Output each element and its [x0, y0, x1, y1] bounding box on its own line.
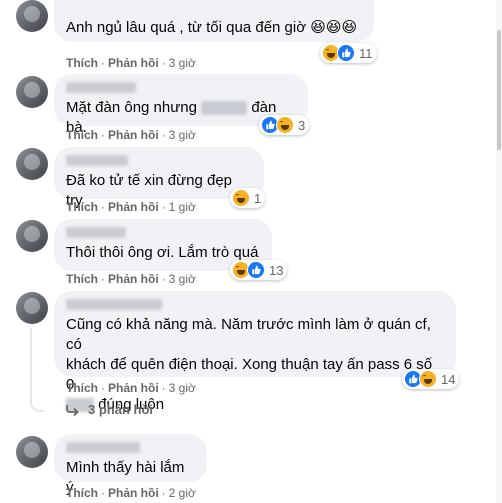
avatar[interactable] — [16, 148, 48, 180]
redacted-text — [201, 101, 248, 116]
like-link[interactable]: Thích — [66, 56, 98, 70]
haha-reaction-icon — [276, 116, 294, 134]
commenter-name[interactable] — [66, 155, 128, 166]
scroll-thumb[interactable] — [497, 30, 501, 150]
comment-actions: Thích · Phản hồi · 3 giờ — [66, 272, 196, 286]
reply-link[interactable]: Phản hồi — [108, 56, 159, 70]
timestamp[interactable]: 1 giờ — [169, 200, 196, 214]
comment-actions: Thích · Phản hồi · 3 giờ — [66, 56, 196, 70]
reaction-count: 3 — [298, 117, 306, 133]
timestamp[interactable]: 3 giờ — [169, 381, 196, 395]
reaction-count: 13 — [269, 262, 284, 278]
comment-text-line: Cũng có khả năng mà. Năm trước mình làm … — [66, 316, 431, 353]
reply-link[interactable]: Phản hồi — [108, 200, 159, 214]
comment-text: Thôi thôi ông ơi. Lắm trò quá — [66, 244, 259, 261]
view-replies-link[interactable]: 3 phản hồi — [66, 402, 153, 417]
comment-actions: Thích · Phản hồi · 3 giờ — [66, 128, 196, 142]
reply-link[interactable]: Phản hồi — [108, 272, 159, 286]
commenter-name[interactable] — [66, 227, 126, 238]
comment-text: Anh ngủ lâu quá , từ tối qua đến giờ 😆😆😆 — [66, 19, 358, 36]
commenter-name[interactable] — [66, 299, 162, 310]
reaction-summary[interactable]: 3 — [259, 115, 310, 135]
comment-bubble: Anh ngủ lâu quá , từ tối qua đến giờ 😆😆😆 — [54, 0, 374, 42]
avatar[interactable] — [16, 76, 48, 108]
timestamp[interactable]: 2 giờ — [169, 486, 196, 500]
like-link[interactable]: Thích — [66, 381, 98, 395]
reaction-summary[interactable]: 13 — [230, 260, 288, 280]
commenter-name[interactable] — [66, 442, 140, 453]
timestamp[interactable]: 3 giờ — [169, 56, 196, 70]
reaction-count: 14 — [441, 371, 456, 387]
comment-bubble: Cũng có khả năng mà. Năm trước mình làm … — [54, 291, 456, 413]
haha-reaction-icon — [232, 189, 250, 207]
timestamp[interactable]: 3 giờ — [169, 272, 196, 286]
reaction-count: 11 — [359, 45, 373, 61]
like-link[interactable]: Thích — [66, 200, 98, 214]
scrollbar[interactable] — [496, 0, 502, 503]
reply-thread-line — [30, 328, 44, 412]
avatar[interactable] — [16, 0, 48, 32]
reaction-summary[interactable]: 14 — [402, 369, 460, 389]
reply-link[interactable]: Phản hồi — [108, 381, 159, 395]
comment-actions: Thích · Phản hồi · 3 giờ — [66, 381, 196, 395]
like-link[interactable]: Thích — [66, 486, 98, 500]
replies-label: 3 phản hồi — [88, 402, 153, 417]
comment-actions: Thích · Phản hồi · 1 giờ — [66, 200, 196, 214]
reply-link[interactable]: Phản hồi — [108, 128, 159, 142]
like-reaction-icon — [247, 261, 265, 279]
reply-arrow-icon — [66, 404, 79, 416]
commenter-name[interactable] — [66, 82, 136, 93]
haha-reaction-icon — [419, 370, 437, 388]
reaction-summary[interactable]: 1 — [230, 188, 266, 208]
reaction-summary[interactable]: 11 — [320, 43, 377, 63]
like-link[interactable]: Thích — [66, 128, 98, 142]
avatar[interactable] — [16, 436, 48, 468]
reaction-count: 1 — [254, 190, 262, 206]
comment-bubble: Mình thấy hài lắm ý — [54, 434, 207, 496]
reply-link[interactable]: Phản hồi — [108, 486, 159, 500]
avatar[interactable] — [16, 220, 48, 252]
like-link[interactable]: Thích — [66, 272, 98, 286]
timestamp[interactable]: 3 giờ — [169, 128, 196, 142]
comment-actions: Thích · Phản hồi · 2 giờ — [66, 486, 196, 500]
like-reaction-icon — [337, 44, 355, 62]
avatar[interactable] — [16, 292, 48, 324]
